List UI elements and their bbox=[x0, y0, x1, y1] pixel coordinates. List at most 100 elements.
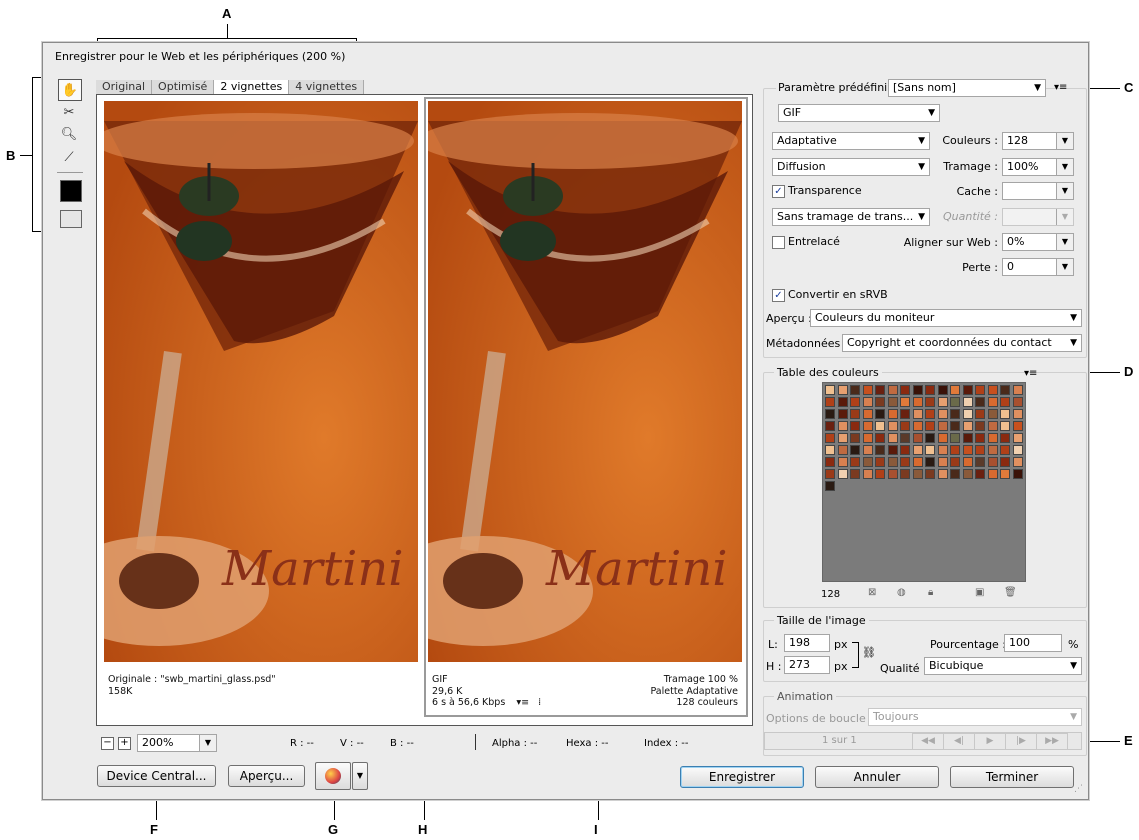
color-swatch[interactable] bbox=[962, 409, 973, 419]
lock-color-icon[interactable]: 🔒︎ bbox=[928, 587, 933, 598]
device-central-button[interactable]: Device Central... bbox=[97, 765, 216, 787]
percent-field[interactable]: 100 bbox=[1004, 634, 1062, 652]
convert-srgb-checkbox[interactable]: ✓ bbox=[772, 289, 785, 302]
color-swatch[interactable] bbox=[950, 469, 960, 479]
color-swatch[interactable] bbox=[900, 457, 910, 467]
color-swatch[interactable] bbox=[950, 421, 960, 431]
color-swatch[interactable] bbox=[850, 445, 860, 455]
color-swatch[interactable] bbox=[950, 445, 960, 455]
color-swatch[interactable] bbox=[850, 421, 860, 431]
color-swatch[interactable] bbox=[1000, 385, 1010, 395]
color-swatch[interactable] bbox=[825, 385, 835, 395]
color-swatch[interactable] bbox=[1012, 397, 1023, 407]
web-snap-select[interactable]: 0% ▼ bbox=[1002, 233, 1074, 251]
width-field[interactable]: 198 bbox=[784, 634, 830, 652]
color-swatch[interactable] bbox=[862, 469, 873, 479]
color-swatch[interactable] bbox=[875, 409, 885, 419]
color-swatch[interactable] bbox=[887, 421, 898, 431]
color-swatch[interactable] bbox=[862, 457, 873, 467]
color-swatch[interactable] bbox=[875, 445, 885, 455]
color-swatch[interactable] bbox=[925, 385, 935, 395]
slice-select-icon[interactable]: ✂ bbox=[58, 102, 80, 122]
color-swatch[interactable] bbox=[912, 421, 923, 431]
tab-optimized[interactable]: Optimisé bbox=[152, 80, 215, 94]
cancel-button[interactable]: Annuler bbox=[815, 766, 939, 788]
color-swatch[interactable] bbox=[937, 385, 948, 395]
preset-select[interactable]: [Sans nom] ▼ bbox=[888, 79, 1046, 97]
color-swatch[interactable] bbox=[887, 445, 898, 455]
color-swatch[interactable] bbox=[987, 409, 998, 419]
color-swatch[interactable] bbox=[962, 421, 973, 431]
color-swatch[interactable] bbox=[1000, 457, 1010, 467]
color-swatch[interactable] bbox=[900, 409, 910, 419]
color-swatch[interactable] bbox=[862, 421, 873, 431]
original-image[interactable]: Martini bbox=[104, 101, 418, 662]
color-swatch[interactable] bbox=[962, 457, 973, 467]
color-swatch[interactable] bbox=[900, 385, 910, 395]
color-swatch[interactable] bbox=[875, 433, 885, 443]
matte-select[interactable]: ▼ bbox=[1002, 182, 1074, 200]
color-swatch[interactable] bbox=[825, 457, 835, 467]
color-swatch[interactable] bbox=[925, 457, 935, 467]
browser-select-button[interactable]: ▼ bbox=[352, 762, 368, 790]
color-swatch[interactable] bbox=[1012, 445, 1023, 455]
color-swatch[interactable] bbox=[912, 445, 923, 455]
color-swatch[interactable] bbox=[837, 457, 848, 467]
color-swatch[interactable] bbox=[1012, 385, 1023, 395]
color-swatch[interactable] bbox=[900, 445, 910, 455]
color-swatch[interactable] bbox=[987, 385, 998, 395]
color-swatch[interactable] bbox=[912, 469, 923, 479]
color-swatch[interactable] bbox=[887, 385, 898, 395]
transparency-dither-select[interactable]: Sans tramage de trans... ▼ bbox=[772, 208, 930, 226]
color-swatch[interactable] bbox=[862, 385, 873, 395]
lossy-select[interactable]: 0 ▼ bbox=[1002, 258, 1074, 276]
color-swatch[interactable] bbox=[937, 409, 948, 419]
color-swatch[interactable] bbox=[887, 469, 898, 479]
color-swatch[interactable] bbox=[1012, 469, 1023, 479]
color-swatch[interactable] bbox=[987, 445, 998, 455]
color-swatch[interactable] bbox=[900, 421, 910, 431]
color-swatch[interactable] bbox=[1000, 409, 1010, 419]
color-swatch[interactable] bbox=[825, 397, 835, 407]
color-swatch[interactable] bbox=[937, 433, 948, 443]
color-swatch[interactable] bbox=[825, 409, 835, 419]
color-swatch[interactable] bbox=[875, 457, 885, 467]
color-swatch[interactable] bbox=[825, 433, 835, 443]
color-swatch[interactable] bbox=[975, 469, 985, 479]
color-swatch[interactable] bbox=[975, 409, 985, 419]
download-speed-menu-icon[interactable]: ▾≡ bbox=[516, 697, 529, 708]
color-swatch[interactable] bbox=[975, 397, 985, 407]
color-swatch[interactable] bbox=[850, 433, 860, 443]
color-table-menu-icon[interactable]: ▾≡ bbox=[1024, 368, 1037, 379]
tab-4-up[interactable]: 4 vignettes bbox=[289, 80, 365, 94]
format-select[interactable]: GIF ▼ bbox=[778, 104, 940, 122]
done-button[interactable]: Terminer bbox=[950, 766, 1074, 788]
optimize-menu-icon[interactable]: ▾≡ bbox=[1054, 82, 1067, 93]
color-swatch[interactable] bbox=[837, 445, 848, 455]
metadata-select[interactable]: Copyright et coordonnées du contact ▼ bbox=[842, 334, 1082, 352]
dither-algorithm-select[interactable]: Diffusion ▼ bbox=[772, 158, 930, 176]
optimized-image[interactable]: Martini bbox=[428, 101, 742, 662]
color-swatch[interactable] bbox=[887, 409, 898, 419]
color-swatch[interactable] bbox=[862, 409, 873, 419]
color-swatch[interactable] bbox=[925, 409, 935, 419]
color-table-swatches[interactable] bbox=[822, 382, 1026, 582]
color-swatch[interactable] bbox=[925, 421, 935, 431]
add-color-icon[interactable]: ▣ bbox=[975, 587, 984, 598]
color-swatch[interactable] bbox=[1012, 457, 1023, 467]
color-swatch[interactable] bbox=[912, 457, 923, 467]
color-swatch[interactable] bbox=[975, 421, 985, 431]
color-swatch[interactable] bbox=[850, 409, 860, 419]
toggle-slices-icon[interactable] bbox=[60, 210, 82, 228]
color-swatch[interactable] bbox=[975, 445, 985, 455]
transparency-checkbox[interactable]: ✓ bbox=[772, 185, 785, 198]
eyedropper-color-icon[interactable] bbox=[60, 180, 82, 202]
color-swatch[interactable] bbox=[987, 433, 998, 443]
color-swatch[interactable] bbox=[912, 409, 923, 419]
color-swatch[interactable] bbox=[987, 457, 998, 467]
color-swatch[interactable] bbox=[850, 397, 860, 407]
save-button[interactable]: Enregistrer bbox=[680, 766, 804, 788]
color-swatch[interactable] bbox=[825, 481, 835, 491]
color-swatch[interactable] bbox=[950, 409, 960, 419]
color-swatch[interactable] bbox=[1000, 433, 1010, 443]
